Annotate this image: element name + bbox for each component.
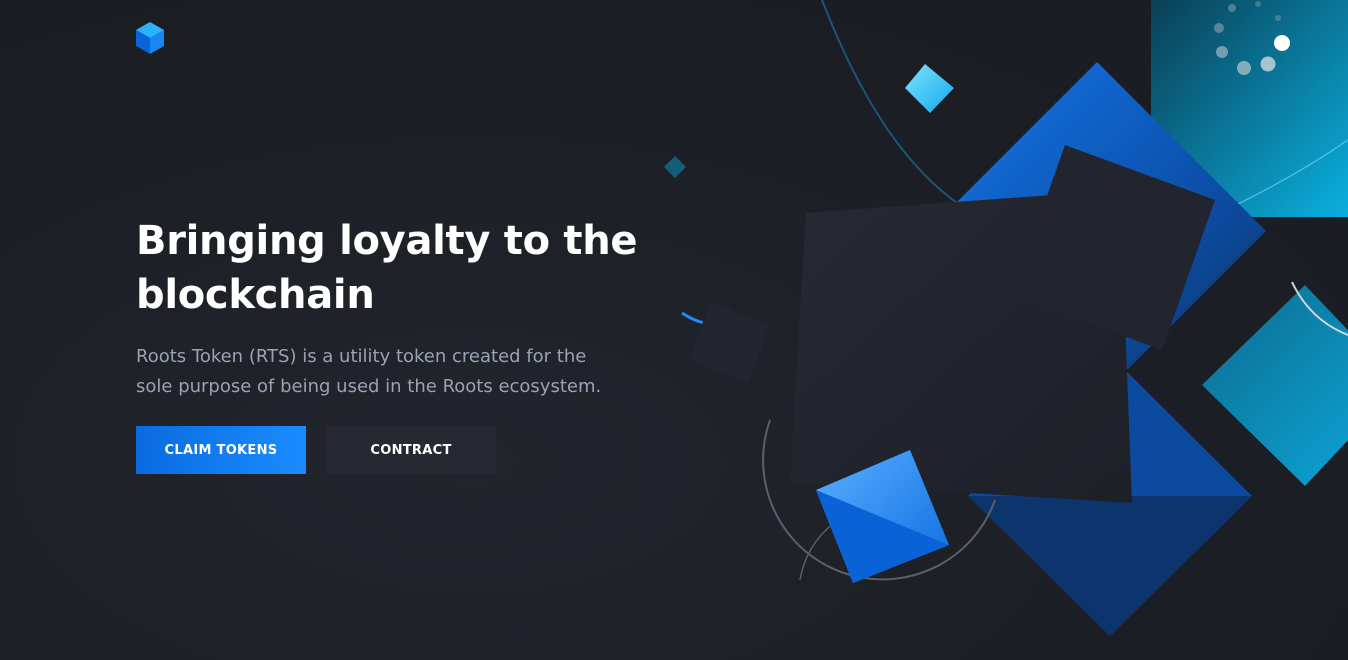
cyan-gem-shape bbox=[905, 64, 954, 113]
blue-gem-shade bbox=[816, 490, 949, 583]
blue-gem-shape bbox=[816, 450, 949, 583]
blue-diamond-lower-shade bbox=[968, 496, 1252, 636]
hero-title: Bringing loyalty to the blockchain bbox=[136, 218, 638, 318]
teal-square-shape bbox=[1151, 0, 1348, 217]
contract-button[interactable]: CONTRACT bbox=[326, 426, 496, 474]
blue-diamond-shape bbox=[928, 62, 1266, 400]
teal-diamond-arc bbox=[1291, 281, 1348, 336]
ring-arc bbox=[762, 419, 996, 581]
orbit-arc bbox=[821, 0, 961, 206]
loading-dots bbox=[1214, 1, 1290, 75]
blue-diamond-lower-shape bbox=[968, 355, 1252, 636]
hero-section: Bringing loyalty to the blockchain Roots… bbox=[136, 214, 656, 474]
ring-arc-inner bbox=[799, 503, 901, 581]
dark-square-large bbox=[790, 190, 1132, 503]
dark-square-small bbox=[690, 301, 770, 383]
dark-square-upper bbox=[1012, 145, 1215, 350]
cube-logo-icon[interactable] bbox=[136, 22, 164, 54]
claim-tokens-button[interactable]: CLAIM TOKENS bbox=[136, 426, 306, 474]
hero-actions: CLAIM TOKENS CONTRACT bbox=[136, 426, 656, 474]
small-blue-arc bbox=[681, 311, 721, 327]
landing-page: Bringing loyalty to the blockchain Roots… bbox=[0, 0, 1348, 660]
small-teal-gem-shape bbox=[664, 156, 686, 178]
teal-diamond-shape bbox=[1202, 285, 1348, 486]
orbit-arc-teal bbox=[1214, 139, 1348, 216]
hero-description: Roots Token (RTS) is a utility token cre… bbox=[136, 346, 602, 397]
